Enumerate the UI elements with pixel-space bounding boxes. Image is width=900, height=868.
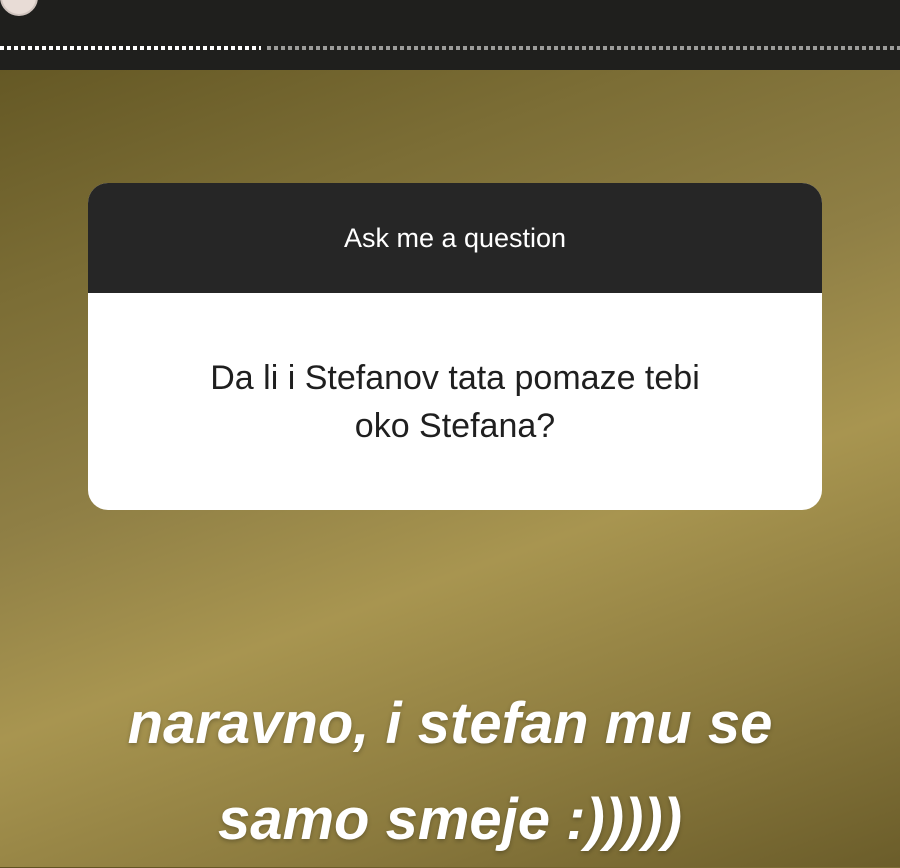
reply-caption: naravno, i stefan mu se samo smeje :))))…	[40, 676, 860, 868]
story-progress-fill	[0, 46, 261, 50]
question-sticker[interactable]: Ask me a question Da li i Stefanov tata …	[88, 183, 822, 510]
story-top-bar	[0, 0, 900, 70]
profile-avatar[interactable]	[0, 0, 38, 16]
story-progress-track	[267, 46, 900, 50]
question-sticker-body: Da li i Stefanov tata pomaze tebi oko St…	[88, 293, 822, 510]
reply-line-2: samo smeje :)))))	[217, 787, 683, 852]
question-sticker-header: Ask me a question	[88, 183, 822, 293]
question-text: Da li i Stefanov tata pomaze tebi oko St…	[210, 358, 700, 445]
story-progress-bar	[0, 46, 900, 50]
question-sticker-title: Ask me a question	[343, 222, 567, 253]
reply-line-1: naravno, i stefan mu se	[127, 691, 773, 756]
